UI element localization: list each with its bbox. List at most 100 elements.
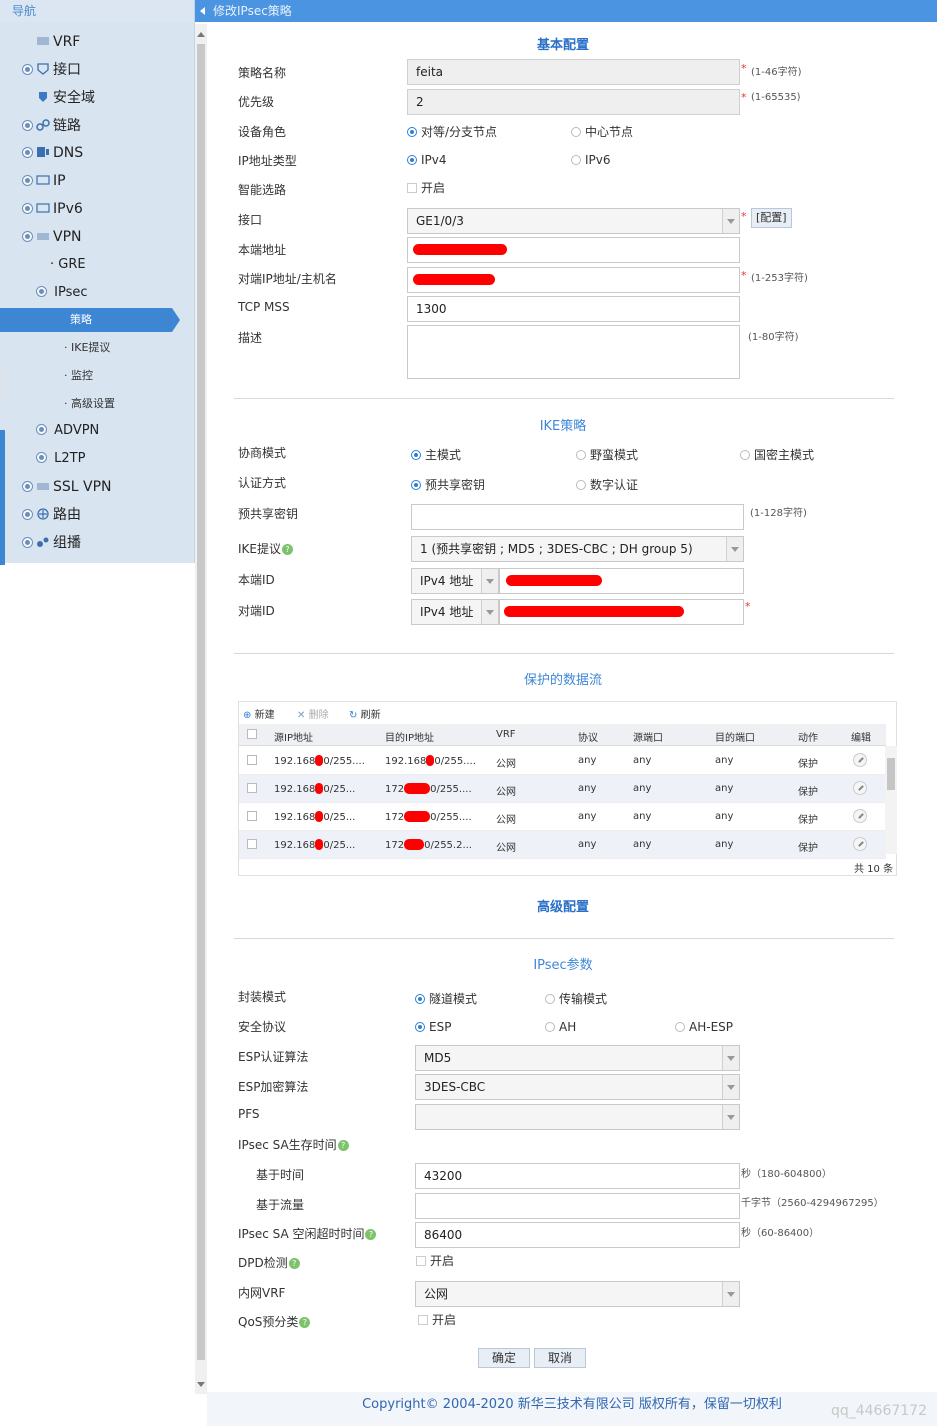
row-checkbox[interactable] [247, 811, 257, 821]
chevron-down-icon[interactable] [722, 1075, 739, 1099]
tcp-mss-field[interactable]: 1300 [407, 296, 740, 322]
expand-icon[interactable] [36, 424, 47, 435]
expand-icon[interactable] [22, 120, 33, 131]
nav-item-dns[interactable]: DNS [22, 141, 83, 165]
local-id-type-select[interactable]: IPv4 地址 [411, 568, 499, 594]
interface-config-button[interactable]: [配置] [751, 208, 792, 228]
nav-item-gre[interactable]: · GRE [50, 253, 86, 277]
expand-icon[interactable] [22, 203, 33, 214]
refresh-flow-button[interactable]: ↻ 刷新 [349, 706, 381, 721]
help-icon[interactable]: ? [288, 1258, 300, 1269]
column-header[interactable]: 目的IP地址 [385, 729, 434, 744]
edit-icon[interactable] [853, 753, 867, 767]
nav-item-monitor[interactable]: · 监控 [64, 364, 93, 388]
nav-item-vpn[interactable]: VPN [22, 225, 82, 249]
table-row[interactable]: 192.168 0/25... 172 0/255.... 公网 any any a… [239, 775, 886, 803]
expand-icon[interactable] [22, 537, 33, 548]
nav-item-advanced-settings[interactable]: · 高级设置 [64, 392, 115, 416]
nav-item-ssl-vpn[interactable]: SSL VPN [22, 475, 112, 499]
certificate-radio[interactable]: 数字认证 [576, 476, 638, 493]
column-header[interactable]: 编辑 [851, 729, 871, 744]
help-icon[interactable]: ? [282, 544, 293, 555]
nav-item-vrf[interactable]: VRF [36, 30, 80, 54]
expand-icon[interactable] [22, 175, 33, 186]
row-checkbox[interactable] [247, 783, 257, 793]
column-header[interactable]: 协议 [578, 729, 598, 744]
interface-select[interactable]: GE1/0/3 [407, 208, 740, 234]
select-all-checkbox[interactable] [247, 729, 257, 739]
ok-button[interactable]: 确定 [478, 1348, 530, 1368]
inner-vrf-select[interactable]: 公网 [415, 1281, 740, 1307]
time-based-field[interactable]: 43200 [415, 1163, 740, 1189]
chevron-down-icon[interactable] [722, 1282, 739, 1306]
chevron-down-icon[interactable] [481, 569, 498, 593]
scroll-down-icon[interactable] [197, 1382, 205, 1387]
smart-routing-checkbox[interactable]: 开启 [407, 179, 445, 196]
ah-esp-radio[interactable]: AH-ESP [675, 1020, 733, 1034]
chevron-down-icon[interactable] [722, 1046, 739, 1070]
expand-icon[interactable] [22, 509, 33, 520]
help-icon[interactable]: ? [365, 1229, 377, 1240]
qos-preclassify-checkbox[interactable]: 开启 [418, 1311, 456, 1328]
column-header[interactable]: 源IP地址 [274, 729, 313, 744]
scroll-up-icon[interactable] [197, 32, 205, 37]
delete-flow-button[interactable]: ✕ 删除 [297, 706, 329, 721]
psk-radio[interactable]: 预共享密钥 [411, 476, 485, 493]
main-mode-radio[interactable]: 主模式 [411, 446, 461, 463]
table-row[interactable]: 192.168 0/255.... 192.168 0/255.... 公网 any… [239, 747, 886, 775]
idle-timeout-field[interactable]: 86400 [415, 1222, 740, 1248]
ike-proposal-select[interactable]: 1 (预共享密钥 ; MD5 ; 3DES-CBC ; DH group 5) [411, 536, 744, 562]
table-row[interactable]: 192.168 0/25... 172 0/255.2... 公网 any any … [239, 831, 886, 859]
expand-icon[interactable] [22, 147, 33, 158]
cancel-button[interactable]: 取消 [534, 1348, 586, 1368]
nav-item-ipsec[interactable]: IPsec [36, 281, 88, 305]
chevron-down-icon[interactable] [722, 1105, 739, 1129]
chevron-down-icon[interactable] [722, 209, 739, 233]
pfs-select[interactable] [415, 1104, 740, 1130]
collapse-icon[interactable] [36, 286, 47, 297]
tunnel-mode-radio[interactable]: 隧道模式 [415, 990, 477, 1007]
collapse-arrow-icon[interactable] [200, 7, 205, 15]
table-scrollbar[interactable] [885, 746, 897, 854]
traffic-based-field[interactable] [415, 1193, 740, 1219]
aggressive-mode-radio[interactable]: 野蛮模式 [576, 446, 638, 463]
edit-icon[interactable] [853, 809, 867, 823]
peer-id-type-select[interactable]: IPv4 地址 [411, 599, 499, 625]
esp-radio[interactable]: ESP [415, 1020, 451, 1034]
edit-icon[interactable] [853, 837, 867, 851]
role-peer-radio[interactable]: 对等/分支节点 [407, 123, 497, 140]
row-checkbox[interactable] [247, 839, 257, 849]
collapse-icon[interactable] [22, 231, 33, 242]
chevron-down-icon[interactable] [481, 600, 498, 624]
gm-main-mode-radio[interactable]: 国密主模式 [740, 446, 814, 463]
chevron-down-icon[interactable] [726, 537, 743, 561]
table-scrollbar-thumb[interactable] [887, 758, 895, 790]
nav-item-multicast[interactable]: 组播 [22, 531, 81, 555]
psk-field[interactable] [411, 504, 744, 530]
scrollbar-thumb[interactable] [197, 44, 205, 1360]
expand-icon[interactable] [36, 452, 47, 463]
vertical-scrollbar[interactable] [195, 24, 207, 1394]
column-header[interactable]: 动作 [798, 729, 818, 744]
help-icon[interactable]: ? [299, 1317, 311, 1328]
nav-item-l2tp[interactable]: L2TP [36, 447, 85, 471]
expand-icon[interactable] [22, 481, 33, 492]
nav-item-policy[interactable]: 策略 [0, 308, 180, 332]
ah-radio[interactable]: AH [545, 1020, 576, 1034]
nav-item-routing[interactable]: 路由 [22, 503, 81, 527]
expand-icon[interactable] [22, 64, 33, 75]
ipv6-radio[interactable]: IPv6 [571, 153, 611, 167]
nav-item-ip[interactable]: IP [22, 169, 66, 193]
help-icon[interactable]: ? [337, 1140, 349, 1151]
description-textarea[interactable] [407, 325, 740, 379]
transport-mode-radio[interactable]: 传输模式 [545, 990, 607, 1007]
nav-item-advpn[interactable]: ADVPN [36, 419, 99, 443]
row-checkbox[interactable] [247, 755, 257, 765]
nav-item-security-zone[interactable]: 安全域 [36, 86, 95, 110]
dpd-checkbox[interactable]: 开启 [416, 1252, 454, 1269]
ipv4-radio[interactable]: IPv4 [407, 153, 447, 167]
column-header[interactable]: VRF [496, 729, 516, 740]
nav-item-ipv6[interactable]: IPv6 [22, 197, 83, 221]
section-advanced-config[interactable]: 高级配置 [207, 896, 919, 915]
esp-auth-select[interactable]: MD5 [415, 1045, 740, 1071]
